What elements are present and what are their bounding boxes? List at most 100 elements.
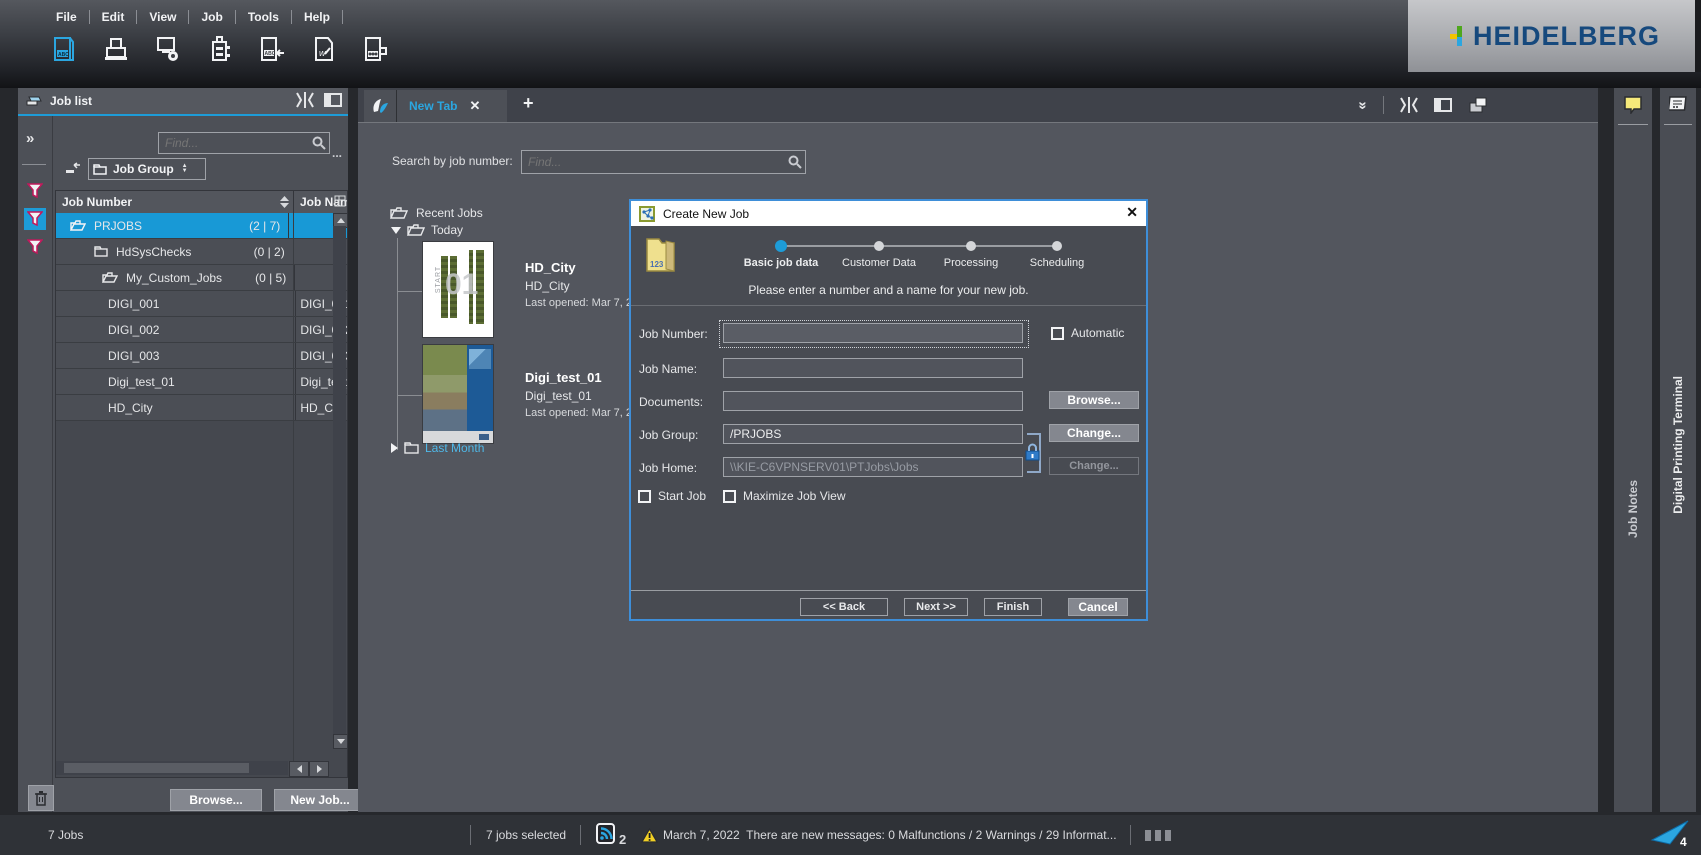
spinner-arrows-icon[interactable]: ▲ ▼ xyxy=(182,163,188,174)
float-panel-icon[interactable] xyxy=(1468,97,1488,113)
new-job-icon[interactable]: ABC xyxy=(50,34,78,66)
system-settings-icon[interactable] xyxy=(154,34,182,66)
job-notes-side-tab[interactable]: Job Notes xyxy=(1614,88,1652,812)
job-thumbnail-hd-city[interactable]: START 01 xyxy=(423,242,493,337)
dialog-separator xyxy=(631,590,1146,591)
finish-button[interactable]: Finish xyxy=(984,598,1042,616)
job-home-input xyxy=(723,457,1023,477)
collapse-panel-icon[interactable] xyxy=(1400,97,1418,113)
status-grip-icon[interactable] xyxy=(1145,830,1171,841)
job-table-header: Job Number Job Name xyxy=(56,191,347,214)
expanded-arrow-icon[interactable] xyxy=(391,226,401,234)
new-job-button[interactable]: New Job... xyxy=(274,789,366,811)
menu-job[interactable]: Job xyxy=(189,8,234,26)
today-node[interactable]: Today xyxy=(391,223,463,237)
lock-icon[interactable] xyxy=(1024,443,1041,461)
table-row[interactable]: HdSysChecks (0 | 2) xyxy=(56,239,347,265)
collapsed-arrow-icon[interactable] xyxy=(391,443,398,453)
terminal-card-icon[interactable] xyxy=(1669,96,1687,111)
job-number-search-input[interactable] xyxy=(521,150,806,174)
jobs-total: 7 Jobs xyxy=(48,828,84,842)
start-job-checkbox[interactable] xyxy=(638,489,651,503)
job-number-search xyxy=(521,150,806,174)
add-tab-icon[interactable]: + xyxy=(523,93,534,114)
horizontal-scrollbar[interactable] xyxy=(56,761,288,775)
job-thumbnail-digi-test[interactable] xyxy=(423,345,493,443)
device-icon[interactable] xyxy=(206,34,234,66)
dialog-close-icon[interactable]: ✕ xyxy=(1126,204,1138,221)
job-number-input[interactable] xyxy=(723,323,1023,343)
delete-job-button[interactable] xyxy=(28,785,54,811)
job-list-search-input[interactable] xyxy=(158,132,330,154)
documents-browse-button[interactable]: Browse... xyxy=(1049,391,1139,409)
job-name-input[interactable] xyxy=(723,358,1023,378)
filter-icon[interactable] xyxy=(24,180,46,202)
dock-panel-icon[interactable] xyxy=(324,92,342,108)
scroll-right-icon[interactable] xyxy=(309,761,329,777)
dialog-separator xyxy=(631,305,1146,306)
job-ticket-icon[interactable]: w xyxy=(310,34,338,66)
table-row[interactable]: PRJOBS (2 | 7) xyxy=(56,213,347,239)
scrollbar-thumb[interactable] xyxy=(64,763,249,773)
menu-tools[interactable]: Tools xyxy=(236,8,291,26)
group-by-dropdown[interactable]: Job Group ▲ ▼ xyxy=(88,158,206,180)
column-job-name[interactable]: Job Name xyxy=(293,191,347,213)
recent-jobs-node[interactable]: Recent Jobs xyxy=(390,206,483,220)
sort-icon[interactable] xyxy=(280,196,289,208)
maximize-job-view-option[interactable]: Maximize Job View xyxy=(723,489,845,503)
home-tab[interactable] xyxy=(364,90,397,122)
start-job-option[interactable]: Start Job xyxy=(638,489,706,503)
vertical-scrollbar[interactable] xyxy=(333,226,346,734)
send-badge-icon[interactable]: 4 xyxy=(1650,818,1692,848)
menu-edit[interactable]: Edit xyxy=(90,8,137,26)
print-icon[interactable] xyxy=(102,34,130,66)
table-row[interactable]: Digi_test_01 Digi_test_01 xyxy=(56,369,347,395)
scroll-left-icon[interactable] xyxy=(289,761,309,777)
tree-line xyxy=(397,291,423,292)
messages-icon[interactable] xyxy=(596,823,618,847)
status-message[interactable]: March 7, 2022 There are new messages: 0 … xyxy=(663,828,1117,842)
menu-file[interactable]: File xyxy=(44,8,89,26)
browse-button[interactable]: Browse... xyxy=(170,789,262,811)
cancel-button[interactable]: Cancel xyxy=(1068,598,1128,616)
sequence-icon[interactable] xyxy=(362,34,390,66)
menu-view[interactable]: View xyxy=(137,8,188,26)
filter-selected-icon[interactable] xyxy=(24,208,46,230)
menu-help[interactable]: Help xyxy=(292,8,342,26)
table-row[interactable]: HD_City HD_City xyxy=(56,395,347,421)
import-job-icon[interactable]: ABC xyxy=(258,34,286,66)
automatic-checkbox[interactable] xyxy=(1051,326,1064,340)
job-group-input[interactable] xyxy=(723,424,1023,444)
recent-job-title[interactable]: Digi_test_01 xyxy=(525,370,602,385)
last-month-node[interactable]: Last Month xyxy=(391,441,484,455)
sticky-note-icon[interactable] xyxy=(1624,96,1642,114)
documents-input[interactable] xyxy=(723,391,1023,411)
table-row[interactable]: DIGI_002 DIGI_002 xyxy=(56,317,347,343)
tree-collapse-icon[interactable] xyxy=(64,162,82,176)
expand-rail-icon[interactable]: » xyxy=(26,130,34,147)
dock-panel-icon[interactable] xyxy=(1434,97,1452,113)
column-settings-icon[interactable] xyxy=(334,195,346,207)
next-button[interactable]: Next >> xyxy=(904,598,968,616)
back-button[interactable]: << Back xyxy=(800,598,888,616)
recent-job-title[interactable]: HD_City xyxy=(525,260,576,275)
column-job-number[interactable]: Job Number xyxy=(56,191,293,213)
maximize-job-view-checkbox[interactable] xyxy=(723,489,736,503)
more-tabs-icon[interactable]: » xyxy=(1354,101,1371,109)
scroll-down-icon[interactable] xyxy=(333,734,348,749)
tab-new-tab[interactable]: New Tab ✕ xyxy=(397,90,507,122)
filter-icon[interactable] xyxy=(24,236,46,258)
tab-close-icon[interactable]: ✕ xyxy=(469,98,480,114)
job-list-header: Job list xyxy=(18,88,348,116)
collapse-panel-icon[interactable] xyxy=(296,92,314,108)
search-icon[interactable] xyxy=(788,155,802,169)
automatic-option[interactable]: Automatic xyxy=(1051,326,1124,340)
table-row[interactable]: DIGI_003 DIGI_003 xyxy=(56,343,347,369)
table-row[interactable]: DIGI_001 DIGI_001 xyxy=(56,291,347,317)
overflow-indicator[interactable]: ... xyxy=(332,146,342,160)
job-group-change-button[interactable]: Change... xyxy=(1049,424,1139,442)
search-icon[interactable] xyxy=(312,136,326,150)
terminal-side-tab[interactable]: Digital Printing Terminal xyxy=(1660,88,1696,812)
dialog-title-bar[interactable]: Create New Job ✕ xyxy=(631,201,1146,226)
table-row[interactable]: My_Custom_Jobs (0 | 5) xyxy=(56,265,347,291)
